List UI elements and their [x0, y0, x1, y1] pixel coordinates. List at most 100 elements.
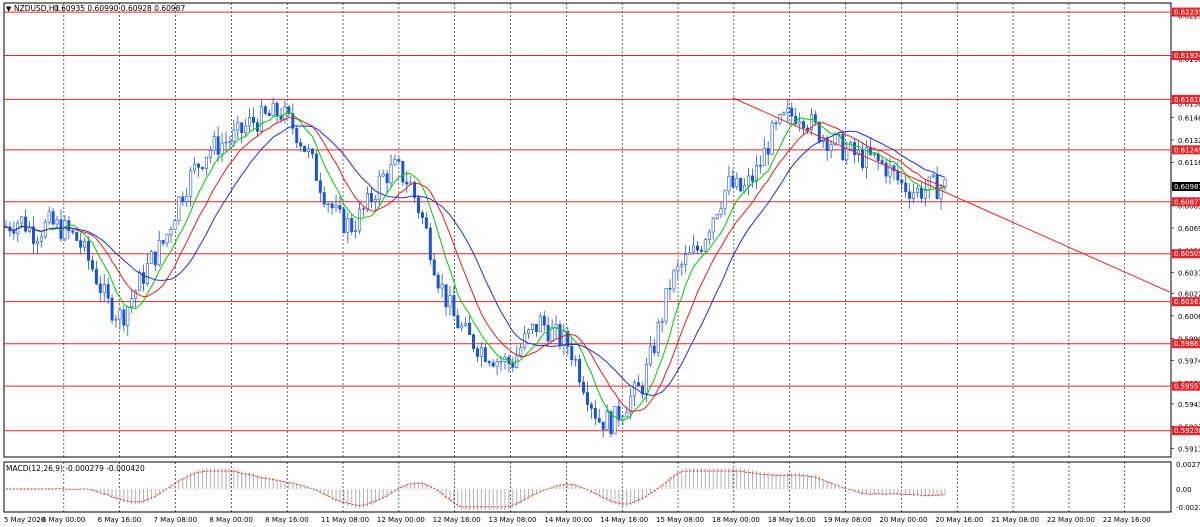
collapse-arrow-icon[interactable]: ▼	[6, 5, 12, 13]
x-tick-label: 19 May 08:00	[824, 516, 872, 524]
candle-body	[880, 160, 884, 164]
candle-body	[727, 176, 731, 192]
macd-tick-label: -0.00233	[1176, 504, 1200, 512]
level-tag: 0.61249	[1174, 146, 1200, 154]
candle-body	[322, 192, 326, 205]
candle-body	[200, 167, 204, 169]
candle-body	[452, 295, 456, 316]
candle-body	[546, 324, 550, 342]
candle-body	[114, 318, 118, 321]
candle-body	[204, 157, 208, 169]
candle-body	[754, 165, 758, 182]
x-tick-label: 15 May 08:00	[656, 516, 704, 524]
candle-body	[169, 229, 173, 235]
candle-body	[244, 125, 248, 134]
candle-body	[684, 254, 688, 265]
candle-body	[432, 259, 436, 276]
candle-body	[185, 196, 189, 203]
candle-body	[582, 381, 586, 393]
candle-body	[145, 262, 149, 284]
candle-body	[51, 211, 55, 225]
candle-body	[499, 361, 503, 363]
candle-body	[530, 324, 534, 330]
candle-body	[637, 382, 641, 387]
y-tick-label: 0.6116	[1178, 159, 1200, 167]
chart-canvas: 0.0027430.00-0.00233 0.62210.61900.61580…	[3, 2, 1200, 524]
candle-body	[491, 362, 495, 367]
candle-body	[405, 181, 409, 185]
candle-body	[762, 148, 766, 166]
candle-body	[346, 218, 350, 233]
x-tick-label: 18 May 16:00	[768, 516, 816, 524]
candle-body	[464, 322, 468, 326]
candle-body	[699, 249, 703, 252]
candle-body	[295, 128, 299, 143]
candle-body	[644, 364, 648, 394]
candle-body	[593, 407, 597, 419]
candle-body	[35, 241, 39, 244]
candle-body	[912, 192, 916, 199]
candle-body	[334, 205, 338, 209]
candle-body	[55, 219, 59, 225]
candle-body	[440, 284, 444, 289]
candle-body	[613, 405, 617, 435]
candle-body	[47, 211, 51, 223]
candle-body	[75, 232, 79, 241]
candle-body	[747, 175, 751, 186]
candle-body	[585, 392, 589, 405]
candle-body	[574, 359, 578, 361]
candle-body	[448, 295, 452, 308]
y-tick-label: 0.6006	[1178, 313, 1200, 321]
candle-body	[138, 272, 142, 292]
candle-body	[212, 136, 216, 151]
candle-body	[393, 159, 397, 166]
candle-body	[310, 148, 314, 155]
candle-body	[424, 217, 428, 229]
candle-body	[770, 122, 774, 155]
candle-body	[790, 107, 794, 117]
candle-body	[896, 170, 900, 181]
candle-body	[680, 264, 684, 267]
candle-body	[542, 315, 546, 326]
x-tick-label: 20 May 00:00	[879, 516, 927, 524]
candle-body	[208, 149, 212, 158]
x-tick-label: 21 May 08:00	[991, 516, 1039, 524]
candle-body	[428, 227, 432, 261]
level-tag: 0.60505	[1174, 250, 1200, 258]
ohlc-readout: 0.60935 0.60990 0.60928 0.60987	[54, 4, 185, 13]
candle-body	[723, 190, 727, 210]
candle-body	[786, 107, 790, 114]
candle-body	[98, 283, 102, 293]
candle-body	[420, 212, 424, 218]
candle-body	[397, 159, 401, 162]
candle-body	[181, 196, 185, 203]
candle-body	[106, 284, 110, 299]
x-tick-label: 14 May 16:00	[600, 516, 648, 524]
candle-body	[707, 231, 711, 240]
candle-body	[845, 148, 849, 161]
candle-body	[130, 298, 134, 308]
candle-body	[472, 334, 476, 350]
candle-body	[900, 179, 904, 184]
candle-body	[271, 102, 275, 116]
x-tick-label: 18 May 00:00	[712, 516, 760, 524]
macd-tick-label: 0.00	[1176, 486, 1192, 494]
candle-body	[236, 122, 240, 131]
candle-body	[79, 240, 83, 248]
candle-body	[475, 348, 479, 357]
candle-body	[872, 153, 876, 156]
candle-body	[177, 196, 181, 221]
candle-body	[656, 322, 660, 353]
candle-body	[597, 418, 601, 423]
candle-body	[173, 220, 177, 230]
candle-body	[735, 178, 739, 188]
candle-body	[908, 191, 912, 199]
candle-body	[228, 141, 232, 143]
level-tag: 0.60162	[1174, 298, 1200, 306]
y-tick-label: 0.6148	[1178, 115, 1200, 123]
candle-body	[314, 153, 318, 181]
candle-body	[758, 165, 762, 167]
candle-body	[279, 115, 283, 120]
candle-body	[110, 297, 114, 321]
candle-body	[71, 230, 75, 233]
